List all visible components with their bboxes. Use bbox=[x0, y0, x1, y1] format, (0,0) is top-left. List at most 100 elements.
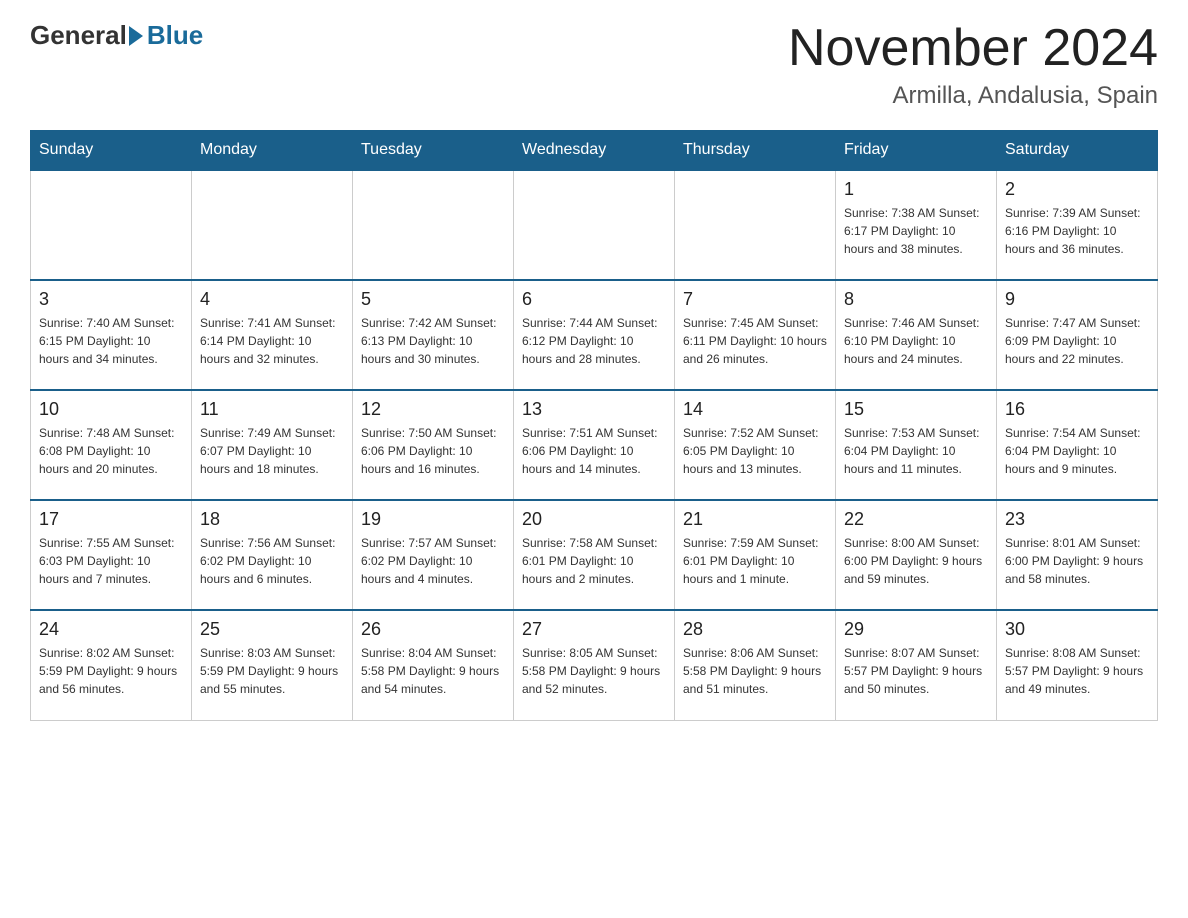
location-title: Armilla, Andalusia, Spain bbox=[788, 82, 1158, 110]
calendar-cell: 22Sunrise: 8:00 AM Sunset: 6:00 PM Dayli… bbox=[836, 500, 997, 610]
day-number: 11 bbox=[200, 399, 344, 420]
weekday-header-thursday: Thursday bbox=[675, 131, 836, 171]
calendar-cell: 24Sunrise: 8:02 AM Sunset: 5:59 PM Dayli… bbox=[31, 610, 192, 720]
weekday-header-saturday: Saturday bbox=[997, 131, 1158, 171]
day-info: Sunrise: 7:41 AM Sunset: 6:14 PM Dayligh… bbox=[200, 314, 344, 368]
calendar-cell: 13 Sunrise: 7:51 AM Sunset: 6:06 PM Dayli… bbox=[514, 390, 675, 500]
day-number: 17 bbox=[39, 509, 183, 530]
day-info: Sunrise: 8:02 AM Sunset: 5:59 PM Dayligh… bbox=[39, 644, 183, 698]
calendar-cell: 7 Sunrise: 7:45 AM Sunset: 6:11 PM Daylig… bbox=[675, 280, 836, 390]
calendar-cell: 4 Sunrise: 7:41 AM Sunset: 6:14 PM Daylig… bbox=[192, 280, 353, 390]
day-info: Sunrise: 7:48 AM Sunset: 6:08 PM Dayligh… bbox=[39, 424, 183, 478]
calendar-cell: 25Sunrise: 8:03 AM Sunset: 5:59 PM Dayli… bbox=[192, 610, 353, 720]
day-info: Sunrise: 7:51 AM Sunset: 6:06 PM Dayligh… bbox=[522, 424, 666, 478]
calendar-cell: 9 Sunrise: 7:47 AM Sunset: 6:09 PM Daylig… bbox=[997, 280, 1158, 390]
calendar-cell: 26Sunrise: 8:04 AM Sunset: 5:58 PM Dayli… bbox=[353, 610, 514, 720]
day-info: Sunrise: 7:54 AM Sunset: 6:04 PM Dayligh… bbox=[1005, 424, 1149, 478]
day-info: Sunrise: 7:40 AM Sunset: 6:15 PM Dayligh… bbox=[39, 314, 183, 368]
day-number: 5 bbox=[361, 289, 505, 310]
day-info: Sunrise: 7:39 AM Sunset: 6:16 PM Dayligh… bbox=[1005, 204, 1149, 258]
calendar-cell: 21 Sunrise: 7:59 AM Sunset: 6:01 PM Dayli… bbox=[675, 500, 836, 610]
weekday-header-monday: Monday bbox=[192, 131, 353, 171]
weekday-header-sunday: Sunday bbox=[31, 131, 192, 171]
day-number: 27 bbox=[522, 619, 666, 640]
calendar-cell: 28 Sunrise: 8:06 AM Sunset: 5:58 PM Dayli… bbox=[675, 610, 836, 720]
calendar-cell: 20Sunrise: 7:58 AM Sunset: 6:01 PM Dayli… bbox=[514, 500, 675, 610]
day-info: Sunrise: 7:47 AM Sunset: 6:09 PM Dayligh… bbox=[1005, 314, 1149, 368]
logo-blue-text: Blue bbox=[147, 20, 203, 51]
calendar-table: SundayMondayTuesdayWednesdayThursdayFrid… bbox=[30, 130, 1158, 721]
day-info: Sunrise: 8:05 AM Sunset: 5:58 PM Dayligh… bbox=[522, 644, 666, 698]
day-info: Sunrise: 7:58 AM Sunset: 6:01 PM Dayligh… bbox=[522, 534, 666, 588]
calendar-cell: 18Sunrise: 7:56 AM Sunset: 6:02 PM Dayli… bbox=[192, 500, 353, 610]
day-info: Sunrise: 7:45 AM Sunset: 6:11 PM Dayligh… bbox=[683, 314, 827, 368]
day-number: 25 bbox=[200, 619, 344, 640]
day-number: 2 bbox=[1005, 179, 1149, 200]
weekday-header-friday: Friday bbox=[836, 131, 997, 171]
day-number: 21 bbox=[683, 509, 827, 530]
day-info: Sunrise: 7:38 AM Sunset: 6:17 PM Dayligh… bbox=[844, 204, 988, 258]
week-row-4: 17 Sunrise: 7:55 AM Sunset: 6:03 PM Dayli… bbox=[31, 500, 1158, 610]
day-info: Sunrise: 7:46 AM Sunset: 6:10 PM Dayligh… bbox=[844, 314, 988, 368]
day-info: Sunrise: 8:00 AM Sunset: 6:00 PM Dayligh… bbox=[844, 534, 988, 588]
day-number: 26 bbox=[361, 619, 505, 640]
day-number: 30 bbox=[1005, 619, 1149, 640]
day-info: Sunrise: 7:52 AM Sunset: 6:05 PM Dayligh… bbox=[683, 424, 827, 478]
day-number: 12 bbox=[361, 399, 505, 420]
day-number: 6 bbox=[522, 289, 666, 310]
calendar-cell: 5 Sunrise: 7:42 AM Sunset: 6:13 PM Daylig… bbox=[353, 280, 514, 390]
week-row-2: 3 Sunrise: 7:40 AM Sunset: 6:15 PM Daylig… bbox=[31, 280, 1158, 390]
day-number: 3 bbox=[39, 289, 183, 310]
calendar-cell: 23 Sunrise: 8:01 AM Sunset: 6:00 PM Dayli… bbox=[997, 500, 1158, 610]
calendar-cell: 29 Sunrise: 8:07 AM Sunset: 5:57 PM Dayli… bbox=[836, 610, 997, 720]
weekday-header-wednesday: Wednesday bbox=[514, 131, 675, 171]
day-info: Sunrise: 8:07 AM Sunset: 5:57 PM Dayligh… bbox=[844, 644, 988, 698]
day-info: Sunrise: 7:59 AM Sunset: 6:01 PM Dayligh… bbox=[683, 534, 827, 588]
logo-arrow-icon bbox=[129, 26, 143, 46]
day-info: Sunrise: 7:53 AM Sunset: 6:04 PM Dayligh… bbox=[844, 424, 988, 478]
calendar-cell bbox=[675, 170, 836, 280]
header: General Blue November 2024 Armilla, Anda… bbox=[30, 20, 1158, 110]
weekday-header-tuesday: Tuesday bbox=[353, 131, 514, 171]
calendar-cell bbox=[31, 170, 192, 280]
day-number: 23 bbox=[1005, 509, 1149, 530]
title-area: November 2024 Armilla, Andalusia, Spain bbox=[788, 20, 1158, 110]
day-number: 16 bbox=[1005, 399, 1149, 420]
day-info: Sunrise: 7:55 AM Sunset: 6:03 PM Dayligh… bbox=[39, 534, 183, 588]
calendar-cell: 27 Sunrise: 8:05 AM Sunset: 5:58 PM Dayli… bbox=[514, 610, 675, 720]
calendar-cell: 16 Sunrise: 7:54 AM Sunset: 6:04 PM Dayli… bbox=[997, 390, 1158, 500]
day-number: 28 bbox=[683, 619, 827, 640]
day-number: 18 bbox=[200, 509, 344, 530]
day-number: 7 bbox=[683, 289, 827, 310]
day-info: Sunrise: 8:01 AM Sunset: 6:00 PM Dayligh… bbox=[1005, 534, 1149, 588]
day-number: 8 bbox=[844, 289, 988, 310]
weekday-header-row: SundayMondayTuesdayWednesdayThursdayFrid… bbox=[31, 131, 1158, 171]
day-number: 4 bbox=[200, 289, 344, 310]
day-number: 10 bbox=[39, 399, 183, 420]
day-number: 29 bbox=[844, 619, 988, 640]
day-info: Sunrise: 7:44 AM Sunset: 6:12 PM Dayligh… bbox=[522, 314, 666, 368]
calendar-cell: 3 Sunrise: 7:40 AM Sunset: 6:15 PM Daylig… bbox=[31, 280, 192, 390]
week-row-3: 10 Sunrise: 7:48 AM Sunset: 6:08 PM Dayli… bbox=[31, 390, 1158, 500]
day-number: 9 bbox=[1005, 289, 1149, 310]
calendar-cell: 8 Sunrise: 7:46 AM Sunset: 6:10 PM Daylig… bbox=[836, 280, 997, 390]
month-title: November 2024 bbox=[788, 20, 1158, 77]
calendar-cell: 12 Sunrise: 7:50 AM Sunset: 6:06 PM Dayli… bbox=[353, 390, 514, 500]
day-info: Sunrise: 8:08 AM Sunset: 5:57 PM Dayligh… bbox=[1005, 644, 1149, 698]
calendar-cell bbox=[192, 170, 353, 280]
calendar-cell bbox=[353, 170, 514, 280]
calendar-cell: 30 Sunrise: 8:08 AM Sunset: 5:57 PM Dayli… bbox=[997, 610, 1158, 720]
calendar-cell: 10 Sunrise: 7:48 AM Sunset: 6:08 PM Dayli… bbox=[31, 390, 192, 500]
day-number: 14 bbox=[683, 399, 827, 420]
week-row-1: 1Sunrise: 7:38 AM Sunset: 6:17 PM Daylig… bbox=[31, 170, 1158, 280]
day-info: Sunrise: 7:49 AM Sunset: 6:07 PM Dayligh… bbox=[200, 424, 344, 478]
calendar-cell: 11 Sunrise: 7:49 AM Sunset: 6:07 PM Dayli… bbox=[192, 390, 353, 500]
calendar-cell: 6 Sunrise: 7:44 AM Sunset: 6:12 PM Daylig… bbox=[514, 280, 675, 390]
week-row-5: 24Sunrise: 8:02 AM Sunset: 5:59 PM Dayli… bbox=[31, 610, 1158, 720]
day-info: Sunrise: 7:50 AM Sunset: 6:06 PM Dayligh… bbox=[361, 424, 505, 478]
day-info: Sunrise: 8:06 AM Sunset: 5:58 PM Dayligh… bbox=[683, 644, 827, 698]
day-info: Sunrise: 7:42 AM Sunset: 6:13 PM Dayligh… bbox=[361, 314, 505, 368]
day-number: 13 bbox=[522, 399, 666, 420]
calendar-cell: 14 Sunrise: 7:52 AM Sunset: 6:05 PM Dayli… bbox=[675, 390, 836, 500]
calendar-cell: 15Sunrise: 7:53 AM Sunset: 6:04 PM Dayli… bbox=[836, 390, 997, 500]
